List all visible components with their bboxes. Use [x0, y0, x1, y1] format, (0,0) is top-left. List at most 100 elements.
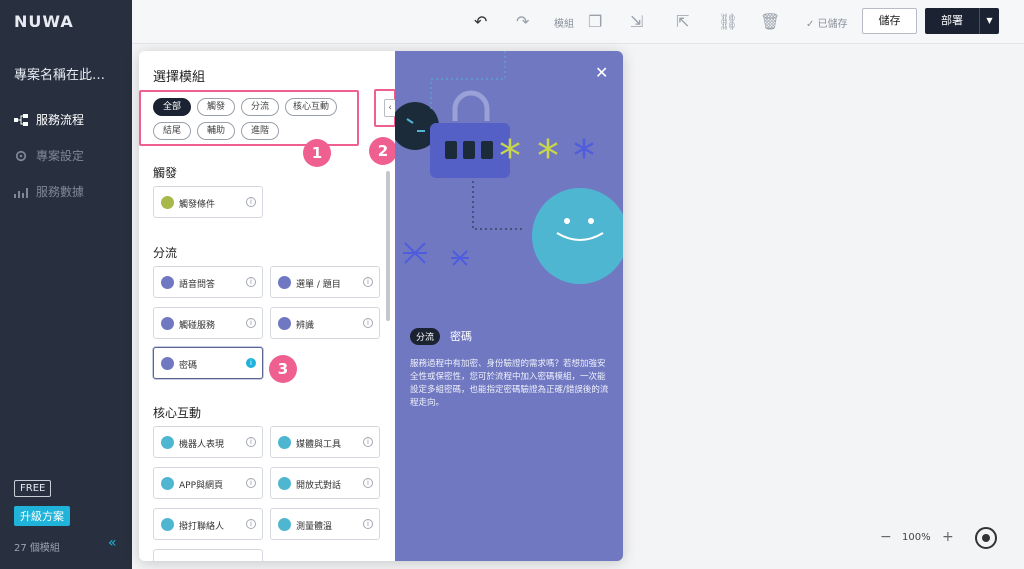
flow-icon — [14, 113, 28, 126]
upgrade-button[interactable]: 升級方案 — [14, 506, 70, 526]
info-icon[interactable]: i — [363, 478, 373, 488]
export-icon[interactable]: ⇲ — [630, 12, 643, 31]
svg-text:*: * — [573, 131, 595, 182]
info-icon[interactable]: i — [246, 437, 256, 447]
module-card[interactable]: 觸發條件 i — [153, 186, 263, 218]
plan-badge: FREE — [14, 480, 52, 497]
section-title-branch: 分流 — [153, 246, 178, 260]
module-card[interactable]: APP與網頁 i — [153, 467, 263, 499]
filter-advanced[interactable]: 進階 — [241, 122, 279, 140]
nav-service-data[interactable]: 服務數據 — [14, 183, 84, 200]
module-list-panel: 選擇模組 全部 觸發 分流 核心互動 結尾 輔助 進階 1 觸發 觸發條件 i … — [139, 51, 397, 561]
module-label: 撥打聯絡人 — [179, 522, 225, 532]
share-icon[interactable]: ⇱ — [676, 12, 689, 31]
svg-text:*: * — [499, 131, 521, 182]
info-icon[interactable]: i — [246, 277, 256, 287]
toolbar: ↶ ↷ 模組 ❐ ⇲ ⇱ ⛓ 🗑 ✓ 已儲存 儲存 部署 ▼ — [132, 0, 1024, 44]
nuwa-logo: NUWA — [14, 12, 74, 31]
module-label: 辨識 — [296, 321, 315, 331]
module-card[interactable]: 媒體與工具 i — [270, 426, 380, 458]
info-icon[interactable]: i — [246, 318, 256, 328]
deploy-dropdown-icon[interactable]: ▼ — [979, 8, 999, 34]
module-card[interactable] — [153, 549, 263, 561]
scrollbar[interactable] — [386, 171, 390, 321]
nav-label: 專案設定 — [36, 149, 85, 163]
module-label: 語音問答 — [179, 280, 216, 290]
zoom-in-icon[interactable]: + — [942, 529, 954, 545]
filter-all[interactable]: 全部 — [153, 98, 191, 116]
project-name[interactable]: 專案名稱在此… — [14, 64, 105, 83]
module-label: 機器人表現 — [179, 440, 225, 450]
marker-1: 1 — [303, 139, 331, 167]
module-card[interactable]: 機器人表現 i — [153, 426, 263, 458]
trash-icon[interactable]: 🗑 — [760, 12, 780, 31]
info-icon[interactable]: i — [363, 437, 373, 447]
module-count: 27 個模組 — [14, 543, 60, 554]
dialogue-icon — [278, 477, 291, 490]
filter-branch[interactable]: 分流 — [241, 98, 279, 116]
module-card[interactable]: 撥打聯絡人 i — [153, 508, 263, 540]
info-icon[interactable]: i — [246, 358, 256, 368]
deploy-label: 部署 — [941, 14, 963, 27]
nav-label: 服務流程 — [36, 113, 85, 127]
password-illustration: * * * — [395, 51, 623, 284]
recognition-icon — [278, 317, 291, 330]
chart-icon — [14, 187, 28, 198]
close-icon[interactable]: ✕ — [595, 63, 608, 82]
undo-icon[interactable]: ↶ — [474, 12, 487, 31]
module-card[interactable]: 觸碰服務 i — [153, 307, 263, 339]
info-icon[interactable]: i — [246, 519, 256, 529]
save-button[interactable]: 儲存 — [862, 8, 917, 34]
deploy-button[interactable]: 部署 ▼ — [925, 8, 999, 34]
voice-qa-icon — [161, 276, 174, 289]
app-icon — [161, 477, 174, 490]
module-card[interactable]: 語音問答 i — [153, 266, 263, 298]
module-card-selected[interactable]: 密碼 i — [153, 347, 263, 379]
filter-ending[interactable]: 結尾 — [153, 122, 191, 140]
info-icon[interactable]: i — [363, 277, 373, 287]
redo-icon[interactable]: ↷ — [516, 12, 529, 31]
modal-title: 選擇模組 — [153, 70, 206, 85]
lock-icon — [161, 357, 174, 370]
nav-label: 服務數據 — [36, 185, 85, 199]
module-label: 觸碰服務 — [179, 321, 216, 331]
thermometer-icon — [278, 518, 291, 531]
zoom-control: − 100% + — [872, 527, 962, 549]
module-label: 媒體與工具 — [296, 440, 342, 450]
marker-3: 3 — [269, 355, 297, 383]
section-title-core: 核心互動 — [153, 406, 202, 420]
module-card[interactable]: 選單 / 題目 i — [270, 266, 380, 298]
info-icon[interactable]: i — [246, 478, 256, 488]
saved-status: ✓ 已儲存 — [806, 19, 848, 30]
copy-icon[interactable]: ❐ — [588, 12, 602, 31]
filter-trigger[interactable]: 觸發 — [197, 98, 235, 116]
zoom-level: 100% — [902, 532, 931, 543]
nav-service-flow[interactable]: 服務流程 — [14, 111, 84, 128]
module-card[interactable]: 開放式對話 i — [270, 467, 380, 499]
module-picker-modal: 選擇模組 全部 觸發 分流 核心互動 結尾 輔助 進階 1 觸發 觸發條件 i … — [139, 51, 623, 561]
section-title-trigger: 觸發 — [153, 166, 178, 180]
touch-icon — [161, 317, 174, 330]
module-card[interactable]: 辨識 i — [270, 307, 380, 339]
sidebar: NUWA 專案名稱在此… 服務流程 專案設定 服務數據 FREE 升級方案 27… — [0, 0, 132, 569]
saved-label: 已儲存 — [817, 19, 848, 30]
nav-project-settings[interactable]: 專案設定 — [14, 147, 84, 164]
locate-icon[interactable] — [975, 527, 997, 549]
svg-text:*: * — [537, 131, 559, 182]
filter-core[interactable]: 核心互動 — [285, 98, 337, 116]
category-tag: 分流 — [410, 328, 441, 345]
robot-icon — [161, 436, 174, 449]
info-icon[interactable]: i — [363, 519, 373, 529]
info-icon[interactable]: i — [246, 197, 256, 207]
zoom-out-icon[interactable]: − — [880, 529, 892, 545]
detail-title: 密碼 — [450, 330, 472, 343]
info-icon[interactable]: i — [363, 318, 373, 328]
module-card[interactable]: 測量體溫 i — [270, 508, 380, 540]
module-label: APP與網頁 — [179, 481, 224, 491]
collapse-sidebar-icon[interactable]: « — [108, 535, 117, 551]
menu-icon — [278, 276, 291, 289]
gear-icon — [15, 150, 27, 161]
filter-auxiliary[interactable]: 輔助 — [197, 122, 235, 140]
detail-description: 服務過程中有加密、身份驗證的需求嗎？若想加強安全性或保密性，您可於流程中加入密碼… — [410, 359, 609, 408]
unlink-icon[interactable]: ⛓ — [718, 12, 738, 31]
